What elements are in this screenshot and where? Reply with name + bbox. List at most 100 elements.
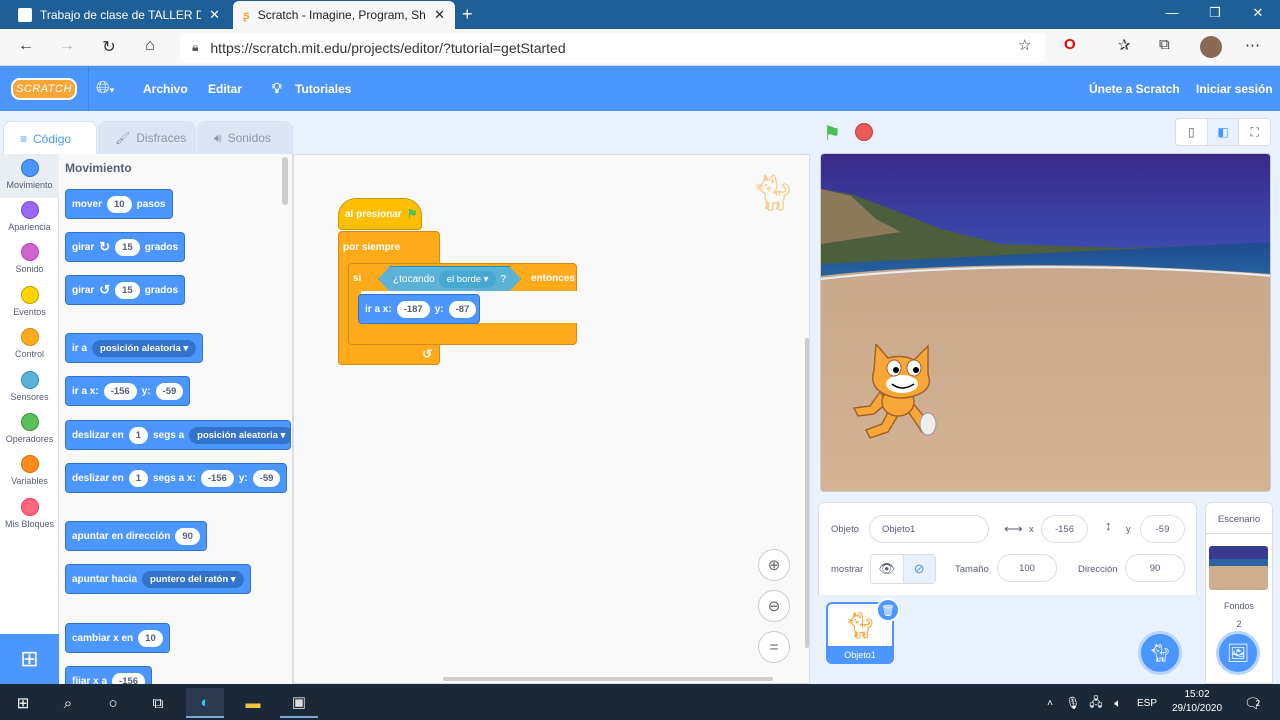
green-flag-button[interactable]: ⚑: [823, 121, 841, 146]
delete-sprite-button[interactable]: 🗑︎: [876, 598, 900, 622]
tab-scratch[interactable]: ʂ Scratch - Imagine, Program, Shar ✕: [233, 1, 455, 29]
home-icon[interactable]: ⌂: [139, 37, 161, 55]
tab-sounds[interactable]: 🔊︎ Sonidos: [197, 121, 293, 155]
windows-start-icon[interactable]: ⊞: [8, 688, 38, 718]
tab-classroom[interactable]: Trabajo de clase de TALLER DE C ✕: [8, 1, 230, 29]
divider: [1205, 533, 1273, 534]
workspace-hscrollbar[interactable]: [443, 677, 773, 681]
volume-icon[interactable]: 🔈︎: [1108, 688, 1128, 718]
fullscreen-icon[interactable]: ⛶: [1239, 119, 1270, 145]
tab-costumes[interactable]: 🖌︎ Disfraces: [98, 121, 196, 155]
new-tab-button[interactable]: +: [462, 4, 473, 25]
block-glide-xy[interactable]: deslizar en 1 segs a x: -156 y: -59: [65, 463, 288, 493]
category-operators[interactable]: Operadores: [0, 413, 59, 444]
scratch-icon: ʂ: [243, 8, 250, 22]
minimize-button[interactable]: —: [1152, 5, 1192, 20]
sprite-name-input[interactable]: Objeto1: [869, 515, 989, 543]
choose-sprite-button[interactable]: 🐈︎: [1138, 631, 1182, 675]
more-icon[interactable]: ⋯: [1245, 36, 1260, 54]
zoom-reset-button[interactable]: =: [758, 631, 790, 663]
category-looks[interactable]: Apariencia: [0, 201, 59, 232]
favorites-icon[interactable]: ✰: [1118, 36, 1131, 54]
close-icon[interactable]: ✕: [209, 7, 220, 23]
palette-scrollbar[interactable]: [282, 157, 288, 205]
favorite-star-icon[interactable]: ☆: [1018, 36, 1031, 54]
cortana-icon[interactable]: ○: [98, 688, 128, 718]
workspace-vscrollbar[interactable]: [805, 338, 809, 648]
profile-avatar[interactable]: [1200, 36, 1222, 58]
block-goto-xy[interactable]: ir a x: -156 y: -59: [65, 376, 191, 406]
block-point-towards[interactable]: apuntar hacia puntero del ratón ▾: [65, 564, 251, 594]
language-globe-icon[interactable]: 🌐︎▾: [96, 78, 114, 98]
normal-stage-icon[interactable]: ◧: [1207, 119, 1240, 145]
if-label: si: [353, 273, 362, 284]
rotate-right-icon: ↻: [99, 239, 111, 254]
lock-icon: 🔒︎: [192, 40, 199, 54]
refresh-icon[interactable]: ↻: [98, 37, 120, 57]
menu-edit[interactable]: Editar: [208, 82, 242, 96]
collections-icon[interactable]: ⧉: [1159, 36, 1170, 53]
block-move-steps[interactable]: mover 10 pasos: [65, 189, 173, 219]
size-input[interactable]: 100: [997, 554, 1057, 582]
category-variables[interactable]: Variables: [0, 455, 59, 486]
script-goto-xy[interactable]: ir a x: -187 y: -87: [358, 294, 480, 324]
x-label: x: [1029, 524, 1034, 535]
menu-tutorials[interactable]: Tutoriales: [295, 82, 351, 96]
sign-in-link[interactable]: Iniciar sesión: [1196, 82, 1273, 96]
forward-icon[interactable]: →: [56, 37, 78, 55]
scratch-logo[interactable]: SCRATCH: [11, 78, 77, 100]
close-icon[interactable]: ✕: [434, 7, 445, 23]
x-input[interactable]: -156: [1041, 515, 1088, 543]
block-turn-left[interactable]: girar ↺ 15 grados: [65, 275, 186, 305]
menu-file[interactable]: Archivo: [143, 82, 188, 96]
cat-plus-icon: 🐈︎: [1148, 642, 1172, 663]
extension-icon: ⊞: [20, 646, 39, 671]
add-extension-button[interactable]: ⊞: [0, 634, 59, 684]
block-point-direction[interactable]: apuntar en dirección 90: [65, 521, 207, 551]
search-icon[interactable]: ⌕: [53, 688, 83, 718]
category-my-blocks[interactable]: Mis Bloques: [0, 498, 59, 529]
category-events[interactable]: Eventos: [0, 286, 59, 317]
eye-hidden-icon[interactable]: ⊘: [903, 555, 935, 583]
url-field[interactable]: 🔒︎ https://scratch.mit.edu/projects/edit…: [180, 33, 1045, 62]
window-close-button[interactable]: ✕: [1238, 5, 1278, 21]
category-sound[interactable]: Sonido: [0, 243, 59, 274]
category-sensing[interactable]: Sensores: [0, 371, 59, 402]
category-motion[interactable]: Movimiento: [0, 159, 59, 190]
direction-input[interactable]: 90: [1125, 554, 1185, 582]
stop-button[interactable]: [855, 123, 873, 141]
eye-icon[interactable]: 👁︎: [871, 555, 904, 583]
zoom-out-button[interactable]: ⊖: [758, 590, 790, 622]
scratch-cat-sprite[interactable]: [852, 342, 942, 439]
join-scratch-link[interactable]: Únete a Scratch: [1089, 82, 1180, 96]
tray-chevron-icon[interactable]: ˄: [1040, 688, 1060, 718]
stage-canvas[interactable]: [820, 153, 1271, 492]
opera-icon[interactable]: O: [1064, 36, 1076, 53]
notifications-icon[interactable]: 🗨︎ 2: [1238, 688, 1266, 718]
language-indicator[interactable]: ESP: [1133, 688, 1161, 718]
script-when-flag-clicked[interactable]: al presionar ⚑: [338, 198, 422, 230]
forever-label: por siempre: [343, 242, 401, 253]
block-set-x[interactable]: fijar x a -156: [65, 666, 153, 684]
scratch-menu-bar: [0, 66, 1280, 111]
category-control[interactable]: Control: [0, 328, 59, 359]
y-input[interactable]: -59: [1140, 515, 1185, 543]
task-view-icon[interactable]: ⧉: [143, 688, 173, 718]
recorder-icon[interactable]: ▣: [280, 688, 318, 718]
clock[interactable]: 15:02 29/10/2020: [1168, 688, 1226, 716]
edge-taskbar-icon[interactable]: ◐: [186, 688, 224, 718]
block-turn-right[interactable]: girar ↻ 15 grados: [65, 232, 186, 262]
maximize-button[interactable]: ❐: [1195, 5, 1235, 21]
tab-code[interactable]: ≡ Código: [3, 121, 97, 156]
back-icon[interactable]: ←: [15, 37, 37, 55]
file-explorer-icon[interactable]: ▬: [234, 688, 272, 718]
zoom-in-button[interactable]: ⊕: [758, 549, 790, 581]
block-goto[interactable]: ir a posición aleatoria ▾: [65, 333, 204, 363]
sensing-touching-block[interactable]: ¿tocando el borde ▾?: [378, 266, 521, 292]
choose-backdrop-button[interactable]: 🖼︎: [1216, 631, 1260, 675]
block-change-x[interactable]: cambiar x en 10: [65, 623, 170, 653]
network-icon[interactable]: 🖧: [1086, 688, 1106, 718]
small-stage-icon[interactable]: ▯: [1176, 119, 1208, 145]
microphone-icon[interactable]: 🎙︎: [1063, 688, 1083, 718]
block-glide[interactable]: deslizar en 1 segs a posición aleatoria ▾: [65, 420, 291, 450]
